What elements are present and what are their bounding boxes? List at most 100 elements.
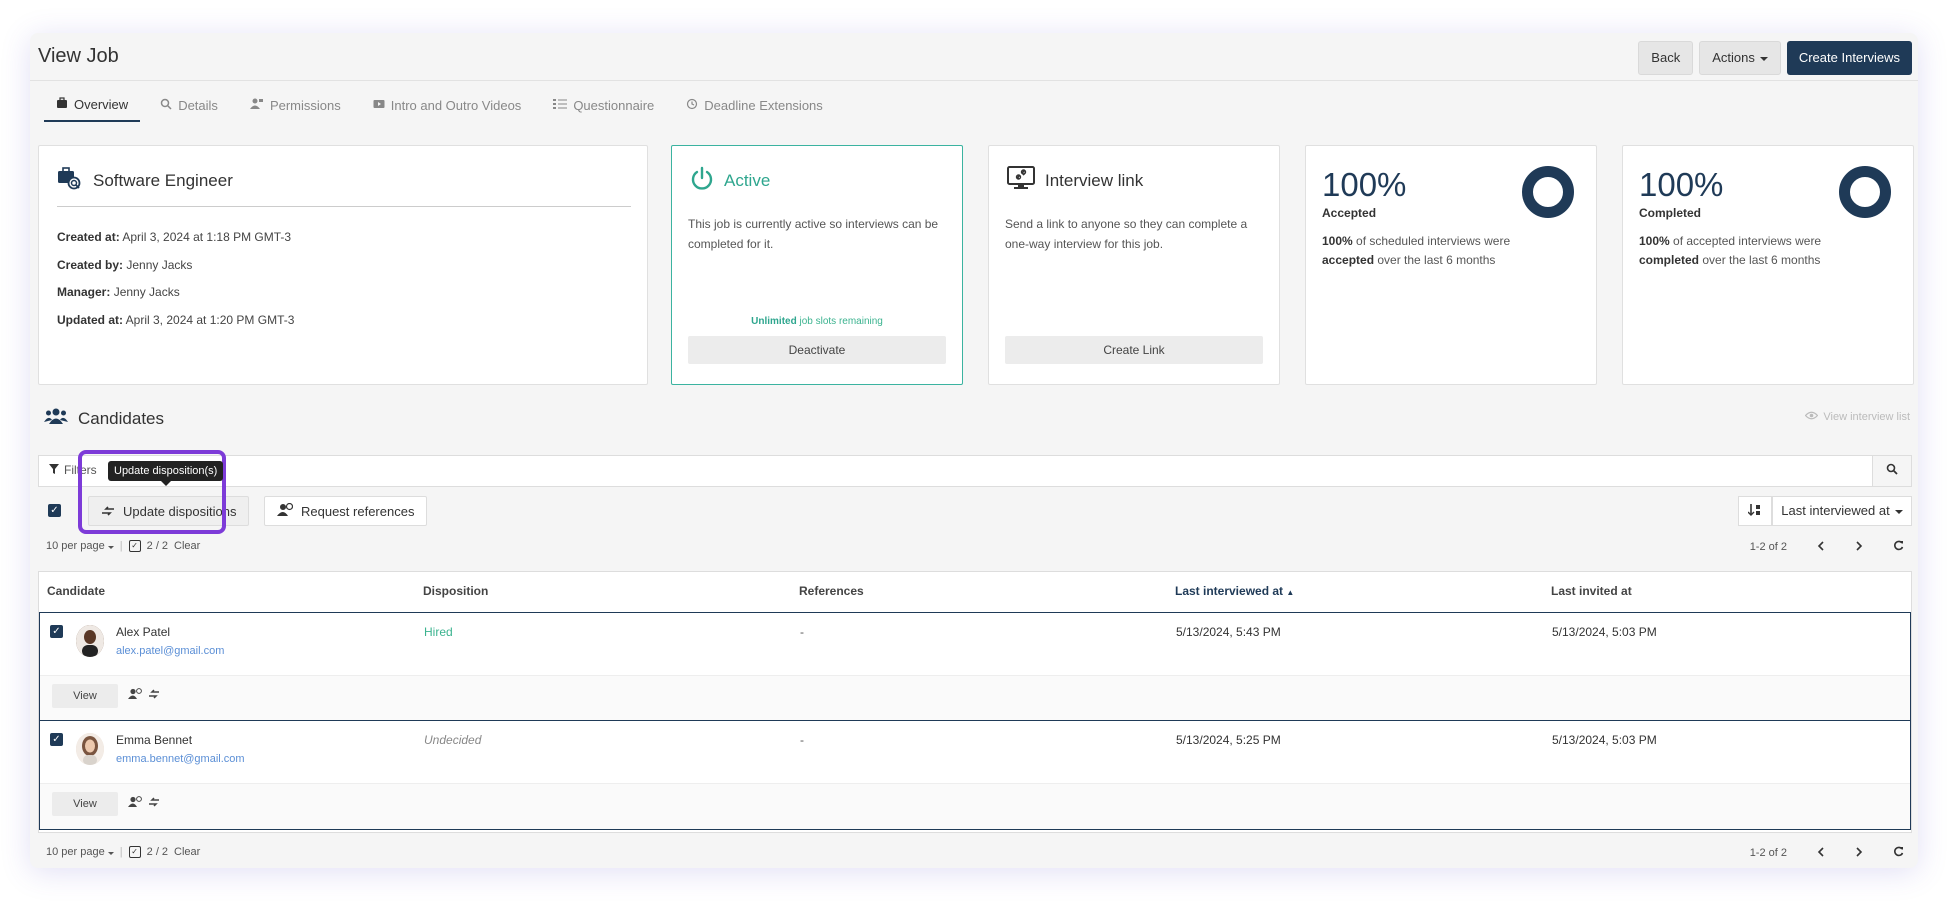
back-button[interactable]: Back <box>1638 41 1694 75</box>
table-row[interactable]: ✓ Alex Patel alex.patel@gmail.com Hired … <box>39 612 1911 722</box>
request-reference-icon[interactable] <box>128 688 142 703</box>
per-page-select[interactable]: 10 per page <box>46 846 114 858</box>
references-value: - <box>800 625 804 639</box>
exchange-icon[interactable] <box>148 796 160 811</box>
chevron-right-icon[interactable] <box>1855 846 1863 860</box>
accepted-desc-pre: of scheduled interviews were <box>1352 234 1511 248</box>
row-actions: View <box>40 783 1910 829</box>
candidates-table: Candidate Disposition References Last in… <box>38 571 1912 833</box>
create-link-button[interactable]: Create Link <box>1005 336 1263 364</box>
list-icon <box>553 98 568 113</box>
interview-link-description: Send a link to anyone so they can comple… <box>1005 217 1248 251</box>
slots-rest: job slots remaining <box>796 316 883 327</box>
view-button[interactable]: View <box>52 684 118 708</box>
candidate-name[interactable]: Emma Bennet <box>116 733 192 747</box>
row-checkbox[interactable]: ✓ <box>50 625 63 638</box>
created-by-row: Created by: Jenny Jacks <box>57 252 294 280</box>
created-at-label: Created at: <box>57 230 120 244</box>
table-row[interactable]: ✓ Emma Bennet emma.bennet@gmail.com Unde… <box>39 720 1911 830</box>
search-icon <box>160 98 172 113</box>
candidate-email[interactable]: alex.patel@gmail.com <box>116 645 224 657</box>
candidate-name[interactable]: Alex Patel <box>116 625 170 639</box>
completed-percent: 100% <box>1639 166 1724 203</box>
candidates-title: Candidates <box>78 408 165 428</box>
per-page-label: 10 per page <box>46 540 105 552</box>
sort-by-label: Last interviewed at <box>1781 503 1890 518</box>
clear-selection-link[interactable]: Clear <box>174 846 200 858</box>
deactivate-button[interactable]: Deactivate <box>688 336 946 364</box>
separator: | <box>119 540 123 552</box>
update-dispositions-button[interactable]: Update dispositions <box>88 496 250 526</box>
request-references-button[interactable]: Request references <box>264 496 428 526</box>
pagination-left: 10 per page | ✓ 2 / 2 Clear <box>46 846 200 858</box>
caret-down-icon <box>1759 56 1768 61</box>
filter-icon <box>49 463 59 477</box>
candidate-email[interactable]: emma.bennet@gmail.com <box>116 753 245 765</box>
create-interviews-button[interactable]: Create Interviews <box>1786 41 1912 75</box>
page-title: View Job <box>38 45 119 67</box>
accepted-stat-card: 100% Accepted 100% of scheduled intervie… <box>1305 145 1597 385</box>
refresh-icon[interactable] <box>1893 540 1904 554</box>
accepted-description: 100% of scheduled interviews were accept… <box>1322 232 1552 270</box>
accepted-desc-strong2: accepted <box>1322 253 1375 267</box>
completed-desc-strong2: completed <box>1639 253 1700 267</box>
column-header-last-interviewed[interactable]: Last interviewed at ▲ <box>1175 584 1294 598</box>
created-at-row: Created at: April 3, 2024 at 1:18 PM GMT… <box>57 224 294 252</box>
select-all-checkbox[interactable]: ✓ <box>48 504 61 517</box>
accepted-percent: 100% <box>1322 166 1407 203</box>
filters-toggle[interactable]: Filters <box>49 463 97 477</box>
row-checkbox[interactable]: ✓ <box>50 733 63 746</box>
tab-overview[interactable]: Overview <box>44 91 141 122</box>
column-header-candidate[interactable]: Candidate <box>47 584 105 598</box>
tab-intro-outro-videos[interactable]: Intro and Outro Videos <box>361 91 534 122</box>
filter-search-button[interactable] <box>1872 456 1911 486</box>
slots-strong: Unlimited <box>751 316 797 327</box>
exchange-icon[interactable] <box>148 688 160 703</box>
request-references-label: Request references <box>301 503 415 519</box>
actions-dropdown[interactable]: Actions <box>1699 41 1781 75</box>
monitor-link-icon <box>1007 166 1035 195</box>
header-actions: Back Actions Create Interviews <box>1638 41 1912 75</box>
avatar <box>76 733 104 765</box>
per-page-select[interactable]: 10 per page <box>46 540 114 552</box>
column-header-last-interviewed-label: Last interviewed at <box>1175 584 1284 598</box>
last-interviewed-value: 5/13/2024, 5:25 PM <box>1176 733 1281 747</box>
column-header-last-invited[interactable]: Last invited at <box>1551 584 1632 598</box>
sort-by-dropdown[interactable]: Last interviewed at <box>1772 496 1912 526</box>
power-icon <box>690 166 714 195</box>
chevron-left-icon[interactable] <box>1817 540 1825 554</box>
job-summary-card: Software Engineer Created at: April 3, 2… <box>38 145 648 385</box>
completed-donut-chart <box>1839 166 1891 218</box>
tab-label: Overview <box>74 97 129 112</box>
last-interviewed-value: 5/13/2024, 5:43 PM <box>1176 625 1281 639</box>
job-meta: Created at: April 3, 2024 at 1:18 PM GMT… <box>57 224 294 334</box>
page-range: 1-2 of 2 <box>1749 541 1787 553</box>
accepted-donut-chart <box>1522 166 1574 218</box>
chevron-left-icon[interactable] <box>1817 846 1825 860</box>
users-icon <box>44 407 68 430</box>
tab-label: Details <box>178 98 218 113</box>
candidates-toolbar: ✓ Update dispositions Request references… <box>38 494 1912 528</box>
selected-check-icon: ✓ <box>128 846 141 858</box>
chevron-right-icon[interactable] <box>1855 540 1863 554</box>
refresh-icon[interactable] <box>1893 846 1904 860</box>
filters-label: Filters <box>64 463 97 477</box>
updated-at-row: Updated at: April 3, 2024 at 1:20 PM GMT… <box>57 307 294 335</box>
view-interview-list-link[interactable]: View interview list <box>1805 411 1910 423</box>
view-button[interactable]: View <box>52 792 118 816</box>
tab-questionnaire[interactable]: Questionnaire <box>541 91 666 122</box>
tab-details[interactable]: Details <box>148 91 230 122</box>
request-reference-icon[interactable] <box>128 796 142 811</box>
pagination-bottom: 10 per page | ✓ 2 / 2 Clear 1-2 of 2 <box>38 842 1912 864</box>
clear-selection-link[interactable]: Clear <box>174 540 200 552</box>
column-header-disposition[interactable]: Disposition <box>423 584 488 598</box>
eye-icon <box>1805 411 1819 423</box>
separator: | <box>119 846 123 858</box>
tab-permissions[interactable]: Permissions <box>238 91 353 122</box>
sort-direction-button[interactable] <box>1738 496 1772 526</box>
sort-numeric-icon <box>1747 503 1762 519</box>
row-actions: View <box>40 675 1910 721</box>
column-header-references[interactable]: References <box>799 584 864 598</box>
filter-bar[interactable]: Filters <box>38 455 1912 487</box>
tab-deadline-extensions[interactable]: Deadline Extensions <box>674 91 835 122</box>
